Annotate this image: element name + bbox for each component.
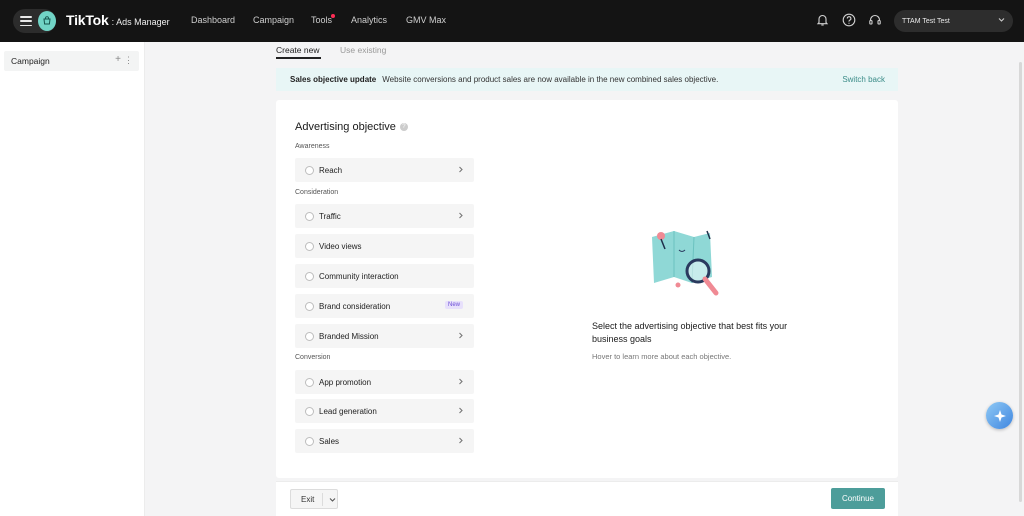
option-label: Branded Mission bbox=[319, 331, 379, 341]
radio-button[interactable] bbox=[305, 331, 314, 341]
headset-icon[interactable] bbox=[867, 12, 883, 28]
scrollbar[interactable] bbox=[1019, 62, 1022, 502]
chevron-down-icon[interactable] bbox=[328, 495, 337, 504]
radio-button[interactable] bbox=[305, 271, 314, 281]
empty-state-subtitle: Hover to learn more about each objective… bbox=[592, 352, 732, 361]
option-traffic[interactable]: Traffic bbox=[295, 204, 474, 228]
active-tab-indicator bbox=[276, 57, 321, 59]
footer-bar: Exit Continue bbox=[276, 481, 898, 516]
chevron-right-icon bbox=[459, 212, 463, 219]
option-label: Reach bbox=[319, 165, 343, 175]
sidebar-item-campaign[interactable]: Campaign + ⋮ bbox=[4, 51, 139, 71]
group-label-consideration: Consideration bbox=[295, 189, 339, 196]
menu-toggle[interactable] bbox=[13, 9, 56, 33]
banner-text: Website conversions and product sales ar… bbox=[382, 75, 719, 84]
option-label: Video views bbox=[319, 241, 362, 251]
brand-sub: : Ads Manager bbox=[111, 17, 170, 27]
nav-tools[interactable]: Tools bbox=[311, 15, 332, 25]
ai-assistant-button[interactable] bbox=[986, 402, 1013, 429]
option-label: Community interaction bbox=[319, 271, 399, 281]
option-branded-mission[interactable]: Branded Mission bbox=[295, 324, 474, 348]
divider bbox=[322, 493, 323, 506]
nav-gmv-max[interactable]: GMV Max bbox=[406, 15, 446, 25]
question-icon[interactable]: ? bbox=[399, 123, 408, 131]
radio-button[interactable] bbox=[305, 165, 314, 175]
add-icon[interactable]: + bbox=[115, 55, 121, 65]
account-switcher[interactable]: TTAM Test Test bbox=[894, 10, 1013, 32]
brand-logo[interactable]: TikTok : Ads Manager bbox=[66, 12, 170, 28]
option-app-promotion[interactable]: App promotion bbox=[295, 370, 474, 394]
option-brand-consideration[interactable]: Brand consideration New bbox=[295, 294, 474, 318]
switch-back-link[interactable]: Switch back bbox=[842, 75, 885, 84]
exit-label: Exit bbox=[301, 494, 315, 504]
option-lead-generation[interactable]: Lead generation bbox=[295, 399, 474, 423]
info-banner: Sales objective update Website conversio… bbox=[276, 68, 898, 91]
radio-button[interactable] bbox=[305, 301, 314, 311]
top-nav-bar: TikTok : Ads Manager Dashboard Campaign … bbox=[0, 0, 1024, 42]
bell-icon[interactable] bbox=[814, 12, 830, 28]
nav-dashboard[interactable]: Dashboard bbox=[191, 15, 235, 25]
sparkle-icon bbox=[993, 409, 1006, 422]
brand-main: TikTok bbox=[66, 12, 109, 28]
option-label: Lead generation bbox=[319, 406, 377, 416]
option-label: App promotion bbox=[319, 377, 372, 387]
option-video-views[interactable]: Video views bbox=[295, 234, 474, 258]
option-sales[interactable]: Sales bbox=[295, 429, 474, 453]
banner-title: Sales objective update bbox=[290, 75, 377, 84]
new-badge: New bbox=[444, 301, 463, 309]
radio-button[interactable] bbox=[305, 436, 314, 446]
tab-use-existing[interactable]: Use existing bbox=[340, 45, 386, 55]
nav-campaign[interactable]: Campaign bbox=[253, 15, 294, 25]
chevron-right-icon bbox=[459, 437, 463, 444]
map-search-illustration bbox=[652, 230, 719, 296]
radio-button[interactable] bbox=[305, 211, 314, 221]
left-sidebar: Campaign + ⋮ bbox=[0, 42, 145, 516]
option-reach[interactable]: Reach bbox=[295, 158, 474, 182]
exit-button[interactable]: Exit bbox=[290, 489, 338, 509]
empty-state-title: Select the advertising objective that be… bbox=[592, 321, 788, 344]
group-label-conversion: Conversion bbox=[295, 354, 331, 361]
option-community-interaction[interactable]: Community interaction bbox=[295, 264, 474, 288]
radio-button[interactable] bbox=[305, 241, 314, 251]
menu-icon[interactable] bbox=[20, 16, 32, 26]
tab-create-new[interactable]: Create new bbox=[276, 45, 319, 55]
sidebar-item-label: Campaign bbox=[11, 56, 50, 66]
help-icon[interactable] bbox=[841, 12, 857, 28]
radio-button[interactable] bbox=[305, 406, 314, 416]
group-label-awareness: Awareness bbox=[295, 143, 330, 150]
chevron-right-icon bbox=[459, 332, 463, 339]
option-label: Traffic bbox=[319, 211, 341, 221]
nav-analytics[interactable]: Analytics bbox=[351, 15, 387, 25]
continue-button[interactable]: Continue bbox=[831, 488, 885, 509]
chevron-right-icon bbox=[459, 407, 463, 414]
objective-title: Advertising objective bbox=[295, 121, 396, 133]
radio-button[interactable] bbox=[305, 377, 314, 387]
account-name: TTAM Test Test bbox=[902, 17, 950, 25]
chevron-down-icon bbox=[998, 18, 1005, 22]
more-icon[interactable]: ⋮ bbox=[124, 55, 133, 65]
option-label: Sales bbox=[319, 436, 340, 446]
chevron-right-icon bbox=[459, 378, 463, 385]
shop-icon[interactable] bbox=[38, 11, 56, 31]
notification-dot bbox=[331, 14, 335, 18]
option-label: Brand consideration bbox=[319, 301, 391, 311]
objective-title-row: Advertising objective ? bbox=[295, 121, 408, 133]
chevron-right-icon bbox=[459, 166, 463, 173]
objective-card: Advertising objective ? Awareness Reach … bbox=[276, 100, 898, 478]
